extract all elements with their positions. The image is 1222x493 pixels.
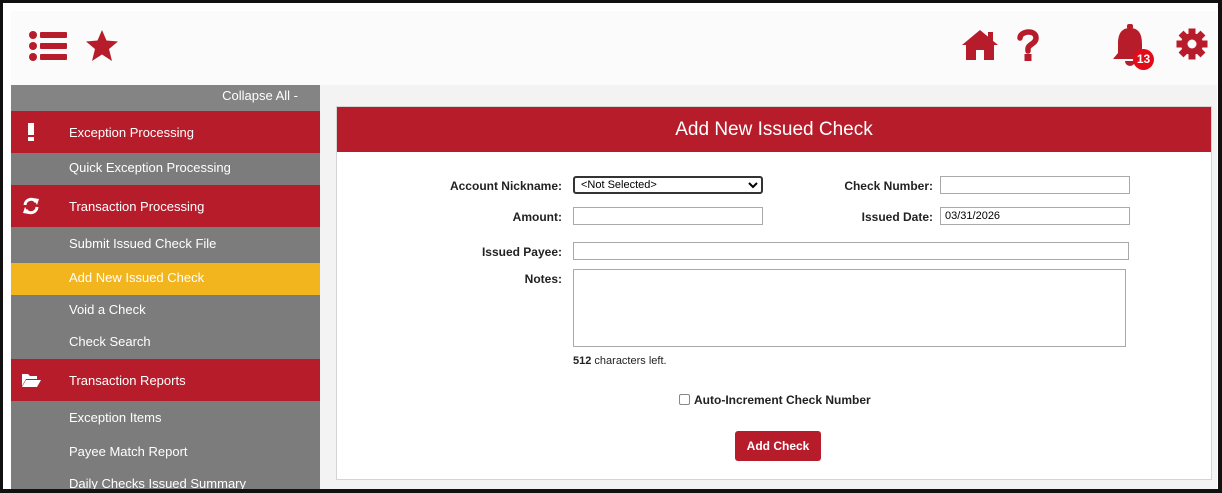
- add-check-button[interactable]: Add Check: [735, 431, 821, 461]
- add-check-form: Add New Issued Check Account Nickname: <…: [336, 106, 1212, 480]
- top-toolbar: 13: [11, 11, 1217, 86]
- section-label: Transaction Processing: [69, 198, 205, 214]
- amount-input[interactable]: [573, 207, 763, 225]
- auto-increment-label[interactable]: Auto-Increment Check Number: [694, 393, 871, 407]
- sidebar-item-check-search[interactable]: Check Search: [11, 327, 320, 359]
- refresh-icon: [11, 197, 51, 215]
- issued-payee-input[interactable]: [573, 242, 1129, 260]
- exclamation-icon: [11, 123, 51, 141]
- notes-label: Notes:: [524, 272, 562, 286]
- gear-icon[interactable]: [1176, 28, 1208, 60]
- sidebar-item-void-a-check[interactable]: Void a Check: [11, 295, 320, 327]
- collapse-all-link[interactable]: Collapse All -: [11, 85, 320, 111]
- sidebar-nav: Collapse All - Exception Processing Quic…: [11, 85, 320, 489]
- check-number-input[interactable]: [940, 176, 1130, 194]
- section-transaction-processing[interactable]: Transaction Processing: [11, 185, 320, 227]
- home-icon[interactable]: [961, 28, 999, 62]
- main-content: Add New Issued Check Account Nickname: <…: [320, 85, 1217, 489]
- sidebar-item-add-new-issued-check[interactable]: Add New Issued Check: [11, 263, 320, 295]
- section-exception-processing[interactable]: Exception Processing: [11, 111, 320, 153]
- auto-increment-checkbox[interactable]: [679, 394, 690, 405]
- account-nickname-label: Account Nickname:: [449, 179, 562, 193]
- folder-open-icon: [11, 372, 51, 388]
- amount-label: Amount:: [512, 210, 562, 224]
- characters-left-text: characters left.: [591, 355, 667, 367]
- issued-date-label: Issued Date:: [861, 210, 933, 224]
- form-title: Add New Issued Check: [337, 107, 1211, 152]
- section-label: Transaction Reports: [69, 372, 186, 388]
- help-icon[interactable]: [1017, 28, 1039, 62]
- sidebar-item-payee-match-report[interactable]: Payee Match Report: [11, 437, 320, 469]
- notes-textarea[interactable]: [573, 269, 1126, 347]
- issued-payee-label: Issued Payee:: [481, 245, 562, 259]
- app-window: 13 Collapse All - Exception Processing Q…: [0, 0, 1222, 493]
- notification-badge: 13: [1133, 49, 1154, 70]
- check-number-label: Check Number:: [844, 179, 933, 193]
- section-label: Exception Processing: [69, 124, 195, 140]
- account-nickname-select[interactable]: <Not Selected>: [573, 176, 763, 194]
- sidebar-item-exception-items[interactable]: Exception Items: [11, 401, 320, 437]
- sidebar-item-quick-exception-processing[interactable]: Quick Exception Processing: [11, 153, 320, 185]
- section-transaction-reports[interactable]: Transaction Reports: [11, 359, 320, 401]
- star-icon[interactable]: [85, 29, 119, 62]
- characters-left-counter: 512 characters left.: [573, 355, 667, 367]
- sidebar-item-daily-checks-issued-summary[interactable]: Daily Checks Issued Summary: [11, 469, 320, 489]
- characters-left-count: 512: [573, 355, 592, 367]
- sidebar-item-submit-issued-check-file[interactable]: Submit Issued Check File: [11, 227, 320, 263]
- menu-list-icon[interactable]: [29, 30, 67, 62]
- notifications-button[interactable]: 13: [1109, 21, 1165, 73]
- issued-date-input[interactable]: [940, 207, 1130, 225]
